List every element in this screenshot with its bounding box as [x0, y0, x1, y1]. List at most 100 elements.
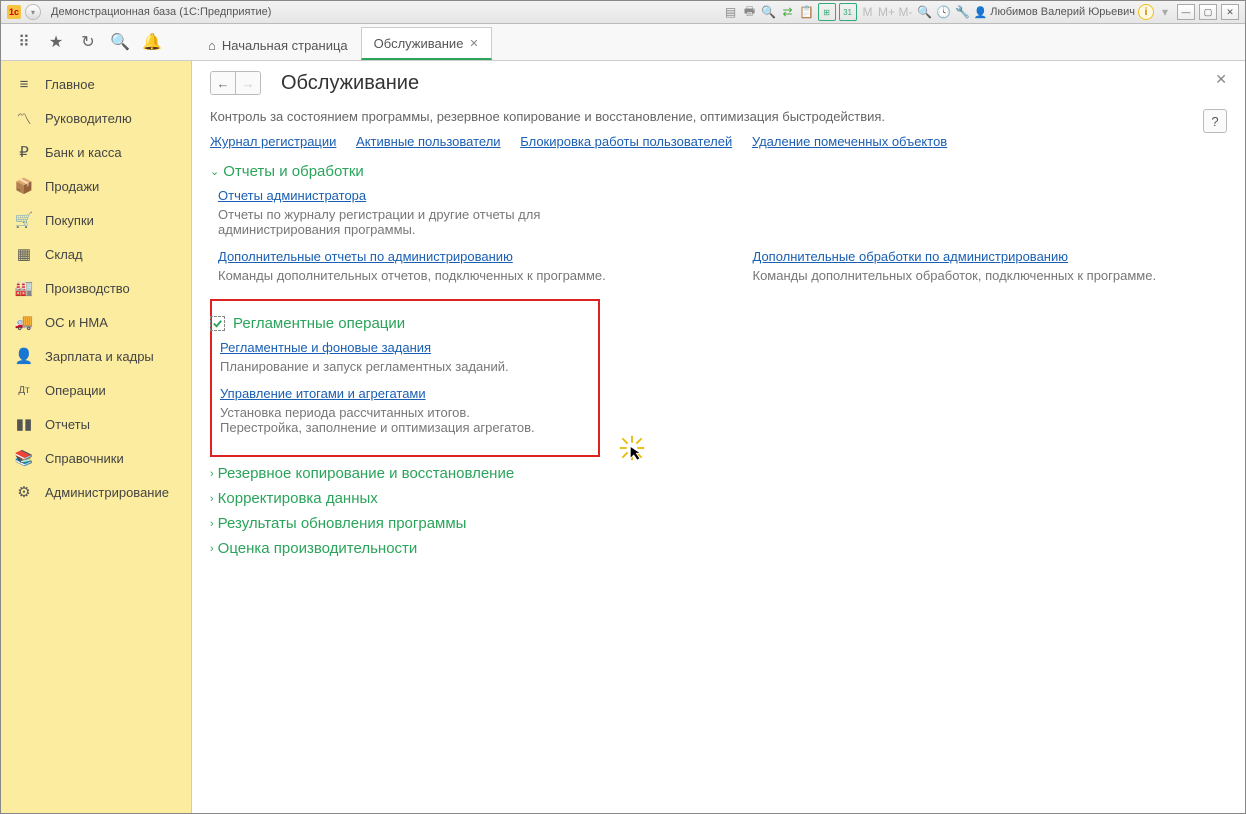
sidebar: ≡ Главное 〽 Руководителю ₽ Банк и касса 📦Пр…: [1, 61, 192, 813]
tools-icon[interactable]: 🔧: [955, 4, 971, 20]
link-extra-processing[interactable]: Дополнительные обработки по администриро…: [753, 249, 1069, 264]
bars-icon: ▮▮: [15, 415, 33, 433]
compare-icon[interactable]: ⇄: [780, 4, 796, 20]
dropdown-icon[interactable]: ▾: [1157, 4, 1173, 20]
sidebar-item-manager[interactable]: 〽 Руководителю: [1, 101, 191, 135]
factory-icon: 🏭: [15, 279, 33, 297]
nav-forward-button[interactable]: →: [235, 72, 260, 94]
minimize-button[interactable]: —: [1177, 4, 1195, 20]
close-content-icon[interactable]: ✕: [1215, 71, 1227, 88]
close-window-button[interactable]: ✕: [1221, 4, 1239, 20]
sidebar-item-label: Производство: [45, 281, 130, 296]
section-backup-title[interactable]: ›Резервное копирование и восстановление: [210, 465, 1227, 482]
apps-icon[interactable]: ⠿: [15, 33, 33, 51]
sidebar-item-label: Администрирование: [45, 485, 169, 500]
save-icon[interactable]: ▤: [723, 4, 739, 20]
sidebar-item-label: Склад: [45, 247, 83, 262]
close-tab-icon[interactable]: ✕: [469, 37, 478, 50]
ruble-icon: ₽: [15, 143, 33, 161]
sidebar-item-label: Руководителю: [45, 111, 132, 126]
hamburger-icon: ≡: [15, 75, 33, 93]
preview-icon[interactable]: 🔍: [761, 4, 777, 20]
sidebar-item-warehouse[interactable]: ▦Склад: [1, 237, 191, 271]
clipboard-icon[interactable]: 📋: [799, 4, 815, 20]
clock-icon[interactable]: 🕓: [936, 4, 952, 20]
nav-buttons: ← →: [210, 71, 261, 95]
desc-admin-reports: Отчеты по журналу регистрации и другие о…: [218, 207, 558, 237]
window-title: Демонстрационная база (1С:Предприятие): [51, 6, 271, 18]
bell-icon[interactable]: 🔔: [143, 33, 161, 51]
sidebar-item-label: Справочники: [45, 451, 124, 466]
star-icon[interactable]: ★: [47, 33, 65, 51]
user-label[interactable]: 👤Любимов Валерий Юрьевич: [974, 6, 1135, 19]
sidebar-item-sales[interactable]: 📦Продажи: [1, 169, 191, 203]
click-indicator-icon: [618, 434, 646, 465]
app-logo-icon: 1с: [7, 5, 21, 19]
chart-icon: 〽: [15, 109, 33, 127]
sidebar-item-admin[interactable]: ⚙Администрирование: [1, 475, 191, 509]
content-area: ✕ ← → Обслуживание ? Контроль за состоян…: [192, 61, 1245, 813]
tab-home-label: Начальная страница: [222, 38, 348, 53]
highlighted-section: Регламентные операции Регламентные и фон…: [210, 299, 600, 457]
link-block-users[interactable]: Блокировка работы пользователей: [520, 134, 732, 149]
sidebar-item-catalogs[interactable]: 📚 Справочники: [1, 441, 191, 475]
dtk-icon: Дт: [15, 381, 33, 399]
sidebar-item-reports[interactable]: ▮▮Отчеты: [1, 407, 191, 441]
sidebar-item-hr[interactable]: 👤Зарплата и кадры: [1, 339, 191, 373]
tab-maintenance[interactable]: Обслуживание ✕: [361, 27, 492, 60]
chevron-right-icon: ›: [210, 518, 214, 530]
truck-icon: 🚚: [15, 313, 33, 331]
link-extra-reports[interactable]: Дополнительные отчеты по администрирован…: [218, 249, 513, 264]
sidebar-item-bank[interactable]: ₽ Банк и касса: [1, 135, 191, 169]
sidebar-item-label: ОС и НМА: [45, 315, 108, 330]
m-plus-icon[interactable]: M+: [879, 4, 895, 20]
main-toolbar: ⠿ ★ ↻ 🔍 🔔 ⌂ Начальная страница Обслужива…: [1, 24, 1245, 61]
sidebar-item-production[interactable]: 🏭 Производство: [1, 271, 191, 305]
m-icon[interactable]: M: [860, 4, 876, 20]
maximize-button[interactable]: ▢: [1199, 4, 1217, 20]
section-scheduled-title[interactable]: Регламентные операции: [210, 315, 592, 332]
books-icon: 📚: [15, 449, 33, 467]
chevron-right-icon: ›: [210, 493, 214, 505]
link-admin-reports[interactable]: Отчеты администратора: [218, 188, 366, 203]
print-icon[interactable]: 🖶: [742, 4, 758, 20]
calculator-icon[interactable]: ⊞: [818, 3, 836, 21]
help-button[interactable]: ?: [1203, 109, 1227, 133]
link-journal[interactable]: Журнал регистрации: [210, 134, 336, 149]
section-update-title[interactable]: ›Результаты обновления программы: [210, 515, 1227, 532]
checkbox-icon[interactable]: [210, 316, 225, 331]
window-titlebar: 1с ▾ Демонстрационная база (1С:Предприят…: [1, 1, 1245, 24]
nav-back-button[interactable]: ←: [211, 72, 235, 94]
search-icon[interactable]: 🔍: [111, 33, 129, 51]
sidebar-item-label: Главное: [45, 77, 95, 92]
history-icon[interactable]: ↻: [79, 33, 97, 51]
app-menu-dropdown-icon[interactable]: ▾: [25, 4, 41, 20]
link-active-users[interactable]: Активные пользователи: [356, 134, 501, 149]
section-reports-title[interactable]: ⌄Отчеты и обработки: [210, 163, 1227, 180]
link-scheduled-jobs[interactable]: Регламентные и фоновые задания: [220, 340, 431, 355]
sidebar-item-assets[interactable]: 🚚 ОС и НМА: [1, 305, 191, 339]
chevron-right-icon: ›: [210, 468, 214, 480]
section-correction-title[interactable]: ›Корректировка данных: [210, 490, 1227, 507]
zoom-icon[interactable]: 🔍: [917, 4, 933, 20]
link-delete-marked[interactable]: Удаление помеченных объектов: [752, 134, 947, 149]
calendar-icon[interactable]: 31: [839, 3, 857, 21]
sidebar-item-purchases[interactable]: 🛒Покупки: [1, 203, 191, 237]
person-icon: 👤: [15, 347, 33, 365]
sidebar-item-main[interactable]: ≡ Главное: [1, 67, 191, 101]
sidebar-item-operations[interactable]: Дт Операции: [1, 373, 191, 407]
user-icon: 👤: [974, 6, 988, 19]
home-icon: ⌂: [208, 38, 216, 53]
m-minus-icon[interactable]: M-: [898, 4, 914, 20]
tab-home[interactable]: ⌂ Начальная страница: [195, 29, 361, 60]
sidebar-item-label: Продажи: [45, 179, 99, 194]
desc-totals: Установка периода рассчитанных итогов. П…: [220, 405, 540, 435]
section-performance-title[interactable]: ›Оценка производительности: [210, 540, 1227, 557]
page-title: Обслуживание: [281, 72, 419, 95]
sidebar-item-label: Операции: [45, 383, 106, 398]
sidebar-item-label: Банк и касса: [45, 145, 122, 160]
sidebar-item-label: Покупки: [45, 213, 94, 228]
quick-links: Журнал регистрации Активные пользователи…: [210, 134, 1227, 149]
info-icon[interactable]: i: [1138, 4, 1154, 20]
link-totals[interactable]: Управление итогами и агрегатами: [220, 386, 426, 401]
